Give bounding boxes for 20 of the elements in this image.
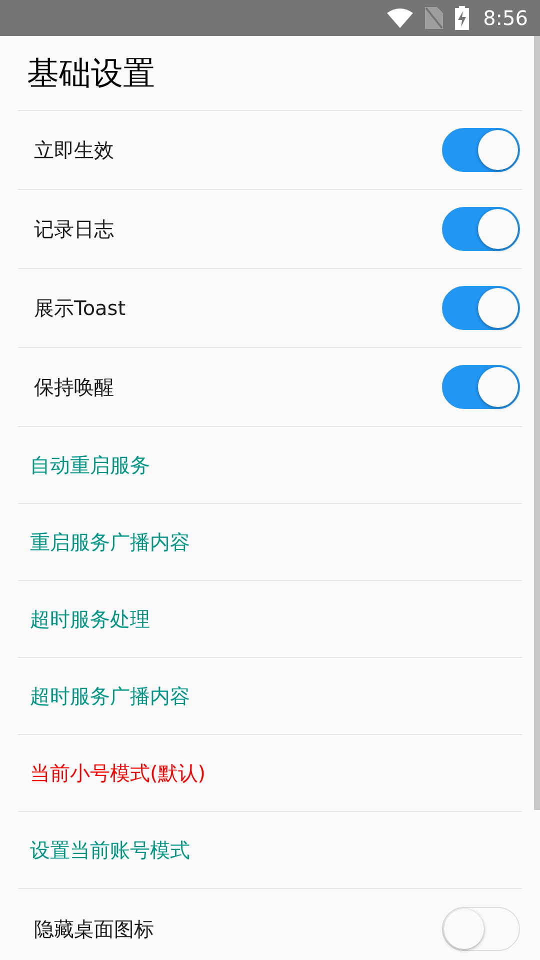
- setting-link[interactable]: 设置当前账号模式: [30, 835, 190, 865]
- setting-link[interactable]: 超时服务广播内容: [30, 681, 190, 711]
- toggle-switch[interactable]: [442, 207, 520, 251]
- toggle-switch[interactable]: [442, 286, 520, 330]
- setting-label: 保持唤醒: [34, 374, 114, 401]
- setting-link[interactable]: 重启服务广播内容: [30, 527, 190, 557]
- toggle-switch[interactable]: [442, 365, 520, 409]
- no-sim-icon: [425, 7, 444, 29]
- setting-label: 隐藏桌面图标: [34, 916, 154, 942]
- battery-charging-icon: [455, 6, 470, 30]
- toggle-switch[interactable]: [442, 128, 520, 172]
- page-title: 基础设置: [27, 53, 155, 94]
- setting-link[interactable]: 自动重启服务: [30, 450, 150, 480]
- setting-link[interactable]: 当前小号模式(默认): [30, 758, 206, 788]
- setting-label: 记录日志: [34, 216, 114, 243]
- setting-label: 展示Toast: [34, 295, 126, 322]
- setting-label: 立即生效: [34, 137, 114, 164]
- wifi-icon: [387, 8, 414, 28]
- clock: 8:56: [483, 5, 528, 32]
- setting-link[interactable]: 超时服务处理: [30, 604, 150, 634]
